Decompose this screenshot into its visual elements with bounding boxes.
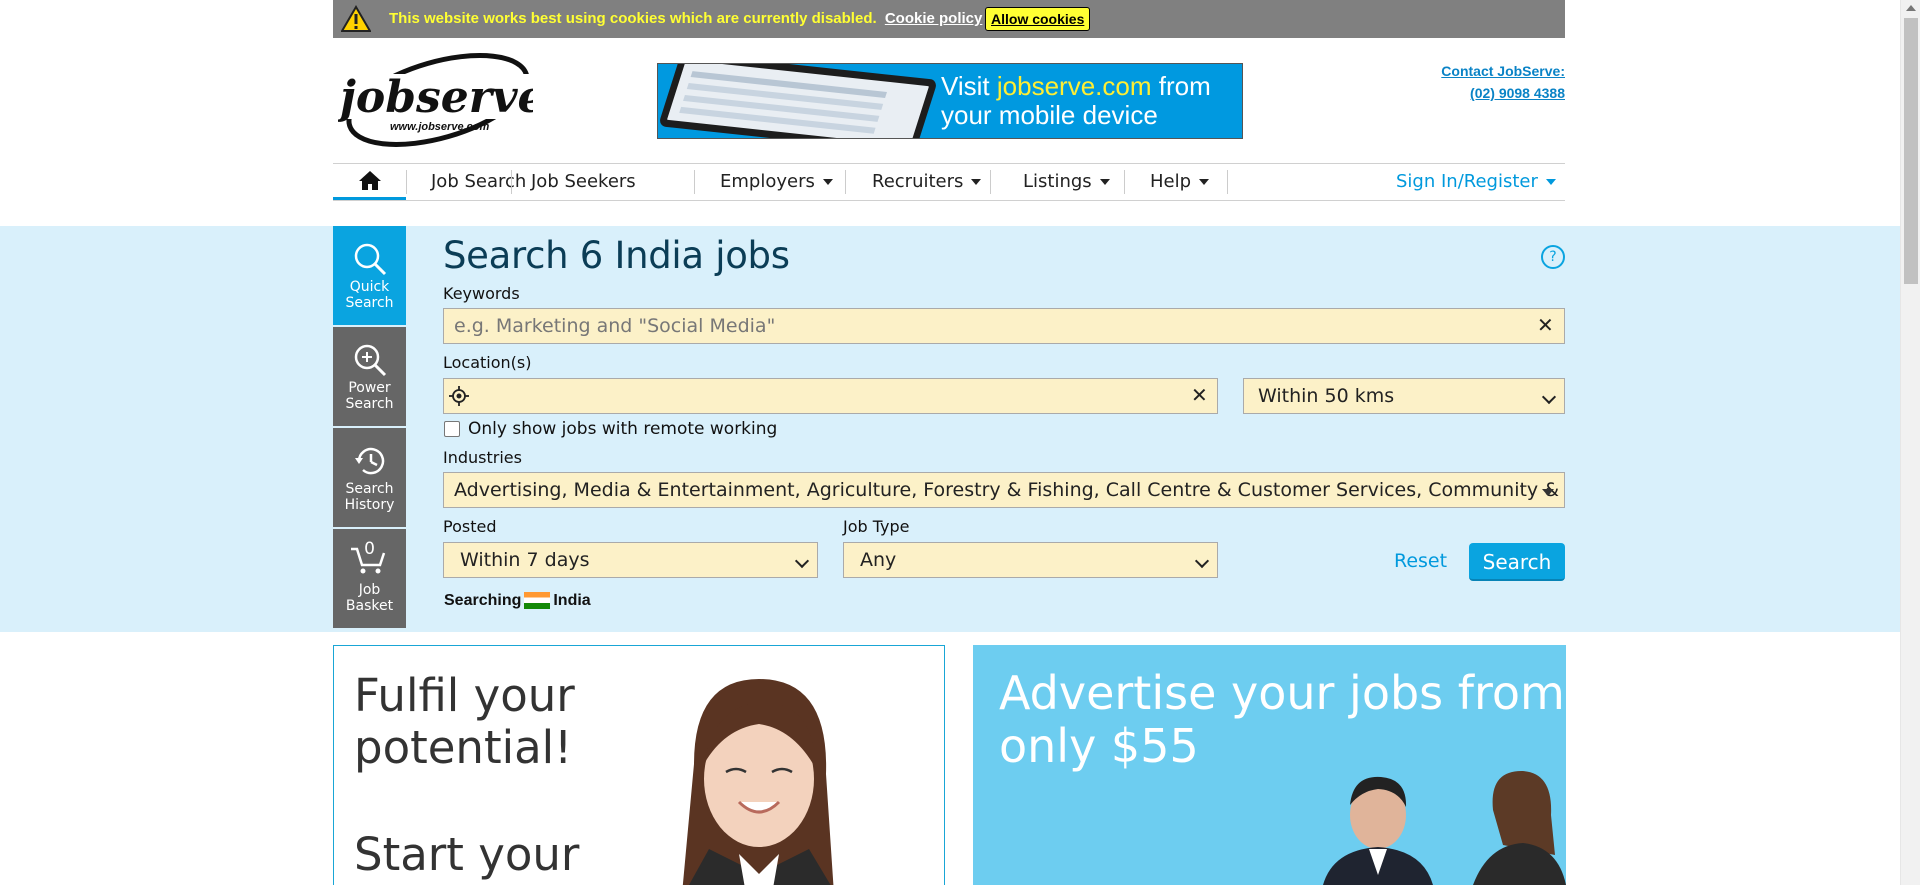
chevron-down-icon: [1545, 179, 1556, 185]
cookie-bar: This website works best using cookies wh…: [333, 0, 1565, 38]
phone-image: [658, 64, 939, 138]
scrollbar-thumb[interactable]: [1904, 18, 1918, 284]
clear-keywords-icon[interactable]: ✕: [1537, 313, 1554, 337]
india-flag-icon: [524, 592, 551, 610]
contact-link[interactable]: Contact JobServe: (02) 9098 4388: [1441, 60, 1565, 104]
searching-indicator: Searching India: [444, 592, 591, 610]
chevron-down-icon: [1199, 179, 1210, 185]
page-title: Search 6 India jobs: [443, 234, 790, 277]
contact-label[interactable]: Contact JobServe:: [1441, 60, 1565, 82]
promo-advertise-headline: Advertise your jobs from only $55: [999, 666, 1565, 773]
reset-link[interactable]: Reset: [1394, 550, 1447, 572]
keywords-input[interactable]: e.g. Marketing and "Social Media": [443, 308, 1565, 344]
chevron-down-icon: [794, 553, 810, 569]
chevron-down-icon: [1541, 389, 1557, 405]
home-tab[interactable]: [333, 164, 406, 200]
tab-power-search[interactable]: Power Search: [333, 327, 406, 426]
jobtype-select[interactable]: Any: [843, 542, 1218, 578]
chevron-down-icon: [971, 179, 982, 185]
mobile-promo-banner[interactable]: Visit jobserve.com from your mobile devi…: [657, 63, 1243, 139]
location-label: Location(s): [443, 353, 532, 372]
page-scrollbar[interactable]: [1900, 0, 1920, 885]
business-people-photo: [1323, 770, 1566, 885]
tab-job-basket[interactable]: 0 Job Basket: [333, 529, 406, 628]
distance-select[interactable]: Within 50 kms: [1243, 378, 1565, 414]
jobserve-logo[interactable]: jobserve www.jobserve.com: [338, 52, 533, 150]
remote-working-checkbox[interactable]: [444, 421, 460, 437]
scroll-up-arrow-icon[interactable]: [1906, 5, 1916, 11]
zoom-in-icon: [354, 344, 387, 377]
tab-search-history[interactable]: Search History: [333, 428, 406, 527]
cookie-message: This website works best using cookies wh…: [389, 10, 983, 27]
history-icon: [355, 447, 385, 475]
nav-recruiters[interactable]: Recruiters: [872, 164, 982, 200]
svg-text:jobserve: jobserve: [338, 72, 533, 123]
warning-icon: [341, 5, 371, 32]
chevron-down-icon: [1194, 553, 1210, 569]
promo-headline: Fulfil your potential!: [354, 669, 575, 774]
search-button[interactable]: Search: [1469, 543, 1565, 581]
promo-jobseeker[interactable]: Fulfil your potential! Start your: [333, 645, 945, 885]
home-icon: [358, 171, 381, 190]
location-input[interactable]: [443, 378, 1218, 414]
industries-label: Industries: [443, 448, 522, 467]
nav-employers[interactable]: Employers: [720, 164, 833, 200]
main-nav: Job Search Job Seekers Employers Recruit…: [333, 163, 1565, 201]
nav-help[interactable]: Help: [1150, 164, 1210, 200]
jobtype-label: Job Type: [843, 517, 910, 536]
allow-cookies-button[interactable]: Allow cookies: [985, 7, 1091, 31]
industries-select[interactable]: Advertising, Media & Entertainment, Agri…: [443, 472, 1565, 508]
promo-advertise[interactable]: Advertise your jobs from only $55: [973, 645, 1566, 885]
chevron-down-icon: [822, 179, 833, 185]
nav-listings[interactable]: Listings: [1023, 164, 1110, 200]
locate-icon[interactable]: [449, 386, 469, 406]
tab-quick-search[interactable]: Quick Search: [333, 226, 406, 325]
posted-select[interactable]: Within 7 days: [443, 542, 818, 578]
woman-photo: [682, 679, 834, 885]
sign-in-register[interactable]: Sign In/Register: [1396, 164, 1556, 200]
promo-subheadline: Start your: [354, 828, 580, 881]
cart-icon: [351, 547, 386, 574]
cookie-policy-link[interactable]: Cookie policy: [885, 10, 983, 27]
keywords-label: Keywords: [443, 284, 520, 303]
help-icon[interactable]: ?: [1541, 245, 1565, 269]
banner-text: Visit jobserve.com from your mobile devi…: [941, 71, 1211, 130]
chevron-down-icon: [1099, 179, 1110, 185]
clear-location-icon[interactable]: ✕: [1191, 383, 1208, 407]
contact-phone[interactable]: (02) 9098 4388: [1441, 82, 1565, 104]
dropdown-arrow-icon: [1542, 489, 1554, 496]
remote-working-label[interactable]: Only show jobs with remote working: [468, 419, 777, 439]
nav-job-search[interactable]: Job Search: [431, 164, 526, 200]
posted-label: Posted: [443, 517, 497, 536]
search-icon: [354, 243, 387, 276]
nav-job-seekers[interactable]: Job Seekers: [531, 164, 636, 200]
svg-text:www.jobserve.com: www.jobserve.com: [390, 121, 489, 133]
